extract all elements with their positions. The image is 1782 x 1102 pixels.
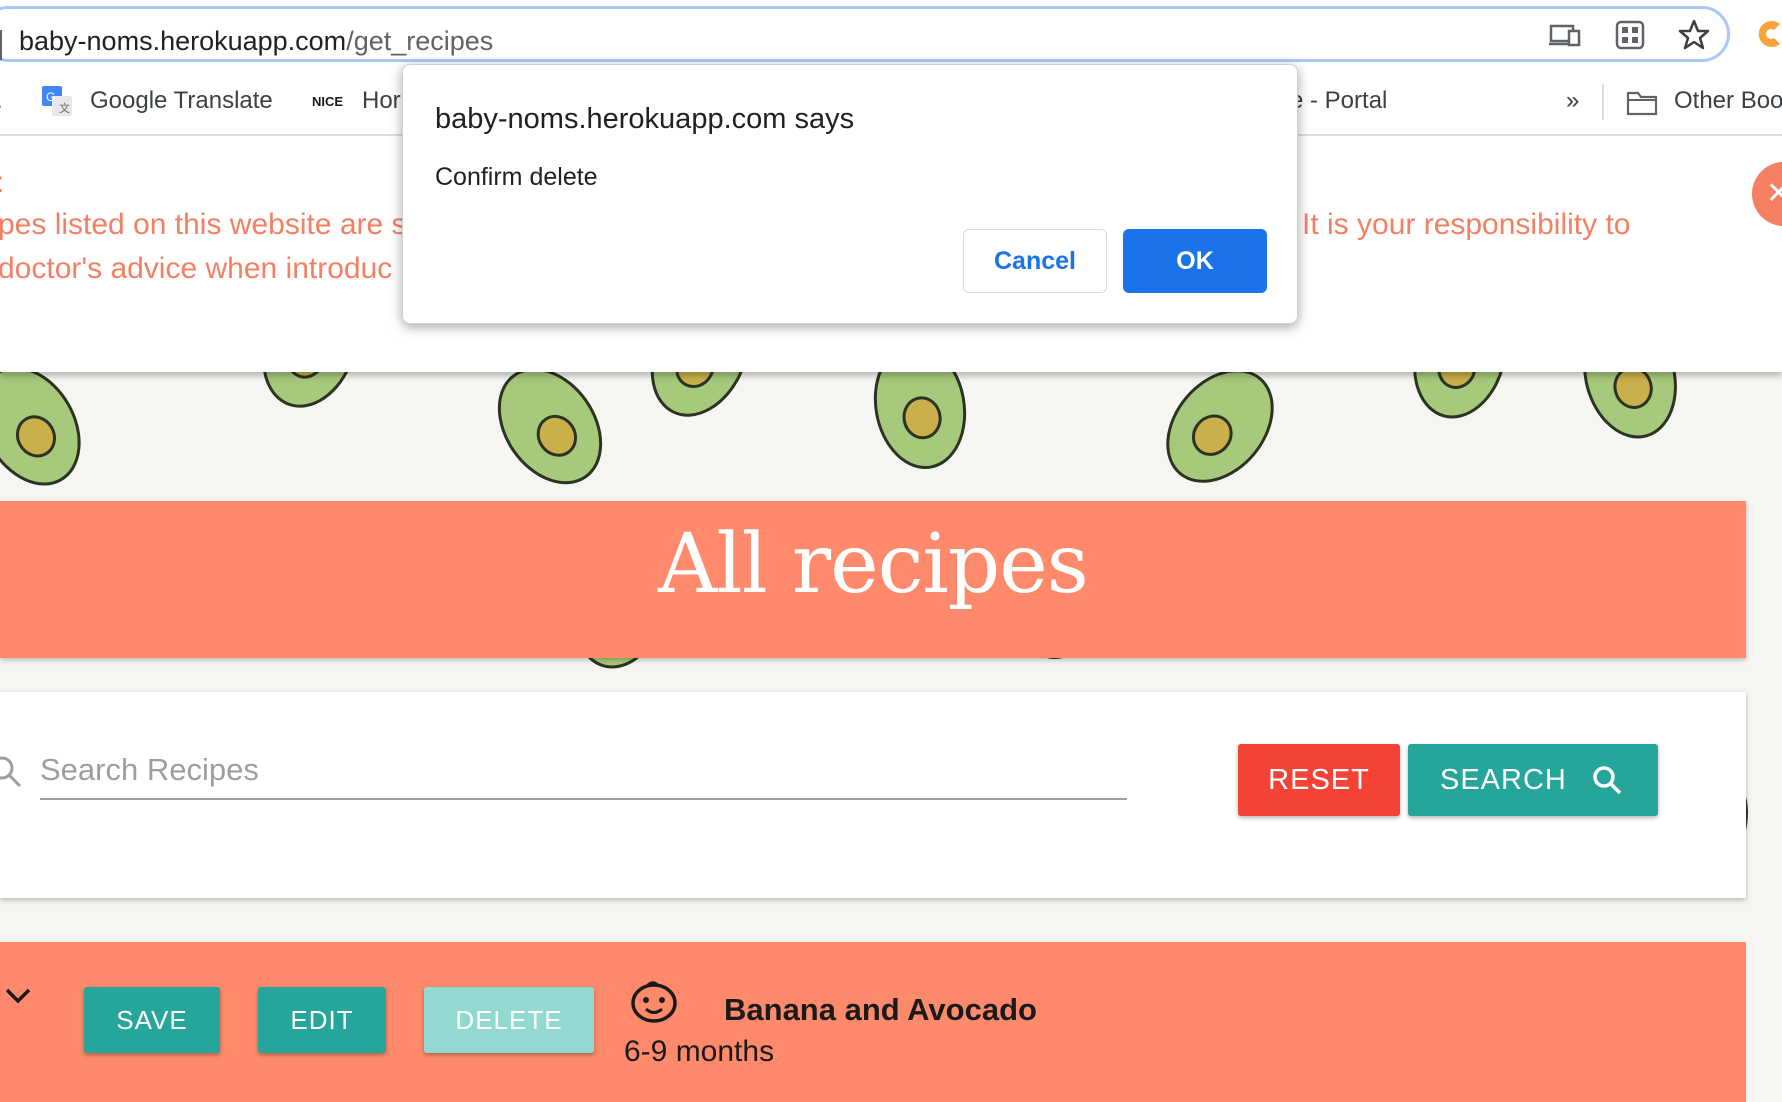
edit-button[interactable]: EDIT [258,987,386,1053]
browser-toolbar: baby-noms.herokuapp.com/get_recipes [0,0,1782,68]
search-button[interactable]: SEARCH [1408,744,1658,816]
search-recipes-input[interactable] [40,742,1127,800]
recipe-name: Banana and Avocado [724,992,1037,1027]
qr-code-icon[interactable] [1613,18,1647,52]
dialog-title: baby-noms.herokuapp.com says [435,103,855,135]
cancel-button[interactable]: Cancel [963,229,1107,293]
page-header-banner: All recipes [0,501,1746,658]
bookmarks-divider [1602,84,1604,120]
disclaimer-line-1-right: It is your responsibility to [1302,208,1631,241]
disclaimer-title: : [0,166,4,200]
disclaimer-close-button[interactable]: ✕ [1752,162,1782,226]
extension-icon[interactable] [1754,18,1782,50]
url-host: baby-noms.herokuapp.com [19,26,347,56]
folder-icon [1626,91,1658,116]
bookmark-google-translate[interactable]: Google Translate [90,87,273,115]
bookmark-star-icon[interactable] [1677,18,1711,52]
nice-badge-icon: NICE [312,94,344,109]
url-text[interactable]: baby-noms.herokuapp.com/get_recipes [19,26,493,57]
bookmark-other-bookmarks[interactable]: Other Boo [1674,87,1782,115]
page-title: All recipes [658,517,1089,612]
dialog-message: Confirm delete [435,163,598,191]
delete-button[interactable]: DELETE [424,987,594,1053]
google-translate-icon: G 文 [42,86,72,116]
avocado-decoration [1166,369,1274,483]
address-bar[interactable]: baby-noms.herokuapp.com/get_recipes [0,6,1730,62]
close-icon: ✕ [1766,177,1782,210]
search-icon [0,756,22,788]
search-icon [1593,766,1622,795]
reset-button[interactable]: RESET [1238,744,1400,816]
text-caret [0,30,2,60]
disclaimer-line-1-left: pes listed on this website are s [0,208,407,241]
url-path: /get_recipes [346,26,494,56]
bookmark-overflow-left[interactable]: . [0,87,3,115]
avocado-decoration [0,366,81,486]
search-button-label: SEARCH [1440,763,1567,796]
recipe-card: SAVE EDIT DELETE Banana and Avocado 6-9 … [0,942,1746,1102]
bookmark-portal[interactable]: e - Portal [1290,87,1387,115]
confirm-dialog: baby-noms.herokuapp.com says Confirm del… [402,64,1298,324]
cast-device-icon[interactable] [1548,18,1582,52]
baby-face-icon [631,981,677,1023]
bookmarks-overflow-chevron[interactable]: » [1566,87,1579,115]
recipe-age-range: 6-9 months [624,1035,775,1068]
bookmark-home[interactable]: Hor [362,87,401,115]
save-button[interactable]: SAVE [84,987,220,1053]
ok-button[interactable]: OK [1123,229,1267,293]
chevron-down-icon[interactable] [4,986,32,1006]
avocado-decoration [497,367,603,485]
svg-text:G: G [46,90,55,104]
search-panel: RESET SEARCH [0,692,1746,898]
svg-text:文: 文 [59,101,70,115]
disclaimer-line-2: doctor's advice when introduc [0,252,393,285]
